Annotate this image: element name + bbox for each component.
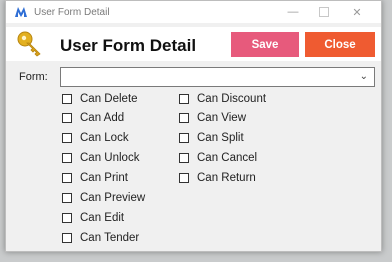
- checkbox-box[interactable]: [62, 153, 72, 163]
- window-title: User Form Detail: [34, 6, 110, 18]
- checkbox-box[interactable]: [62, 94, 72, 104]
- checkbox-box[interactable]: [179, 94, 189, 104]
- checkbox-label: Can Unlock: [80, 152, 140, 164]
- checkbox-box[interactable]: [179, 133, 189, 143]
- checkbox-label: Can Return: [197, 172, 256, 184]
- close-button[interactable]: Close: [305, 32, 375, 57]
- maximize-icon: [319, 7, 329, 17]
- checkbox-box[interactable]: [179, 153, 189, 163]
- checkbox-label: Can Add: [80, 112, 125, 124]
- checkbox-label: Can Discount: [197, 93, 267, 105]
- title-bar: User Form Detail — ✕: [6, 1, 381, 23]
- minimize-button[interactable]: —: [278, 1, 308, 23]
- checkbox-can-add[interactable]: Can Add: [62, 110, 124, 126]
- checkbox-box[interactable]: [62, 173, 72, 183]
- form-row: Form: ⌄: [6, 66, 381, 88]
- form-label: Form:: [19, 71, 48, 83]
- checkbox-label: Can Edit: [80, 212, 125, 224]
- checkbox-label: Can Preview: [80, 192, 146, 204]
- close-window-button[interactable]: ✕: [342, 1, 372, 23]
- checkbox-can-split[interactable]: Can Split: [179, 130, 244, 146]
- checkbox-label: Can Lock: [80, 132, 129, 144]
- header: User Form Detail Save Close: [6, 27, 381, 61]
- checkbox-can-lock[interactable]: Can Lock: [62, 130, 129, 146]
- maximize-button[interactable]: [309, 1, 339, 23]
- checkbox-label: Can Cancel: [197, 152, 258, 164]
- checkbox-box[interactable]: [179, 113, 189, 123]
- key-icon: [17, 31, 41, 57]
- page-title: User Form Detail: [60, 36, 197, 55]
- save-button[interactable]: Save: [231, 32, 299, 57]
- checkbox-can-return[interactable]: Can Return: [179, 170, 256, 186]
- checkbox-box[interactable]: [62, 133, 72, 143]
- checkbox-box[interactable]: [62, 113, 72, 123]
- checkbox-label: Can Split: [197, 132, 244, 144]
- chevron-down-icon: ⌄: [359, 71, 368, 82]
- checkbox-label: Can View: [197, 112, 247, 124]
- checkbox-can-discount[interactable]: Can Discount: [179, 91, 266, 107]
- checkbox-can-edit[interactable]: Can Edit: [62, 210, 124, 226]
- checkbox-label: Can Print: [80, 172, 128, 184]
- checkbox-box[interactable]: [179, 173, 189, 183]
- checkbox-can-delete[interactable]: Can Delete: [62, 91, 138, 107]
- checkbox-can-print[interactable]: Can Print: [62, 170, 128, 186]
- checkbox-box[interactable]: [62, 233, 72, 243]
- checkbox-label: Can Tender: [80, 232, 140, 244]
- checkbox-can-view[interactable]: Can View: [179, 110, 246, 126]
- checkbox-box[interactable]: [62, 193, 72, 203]
- app-logo-icon: [15, 7, 27, 17]
- checkbox-label: Can Delete: [80, 93, 138, 105]
- checkbox-can-cancel[interactable]: Can Cancel: [179, 150, 257, 166]
- checkbox-can-unlock[interactable]: Can Unlock: [62, 150, 139, 166]
- checkbox-box[interactable]: [62, 213, 72, 223]
- checkbox-can-preview[interactable]: Can Preview: [62, 190, 145, 206]
- checkbox-can-tender[interactable]: Can Tender: [62, 230, 139, 246]
- user-form-detail-window: User Form Detail — ✕ User Form Detail Sa…: [5, 0, 382, 252]
- form-dropdown[interactable]: ⌄: [60, 67, 375, 87]
